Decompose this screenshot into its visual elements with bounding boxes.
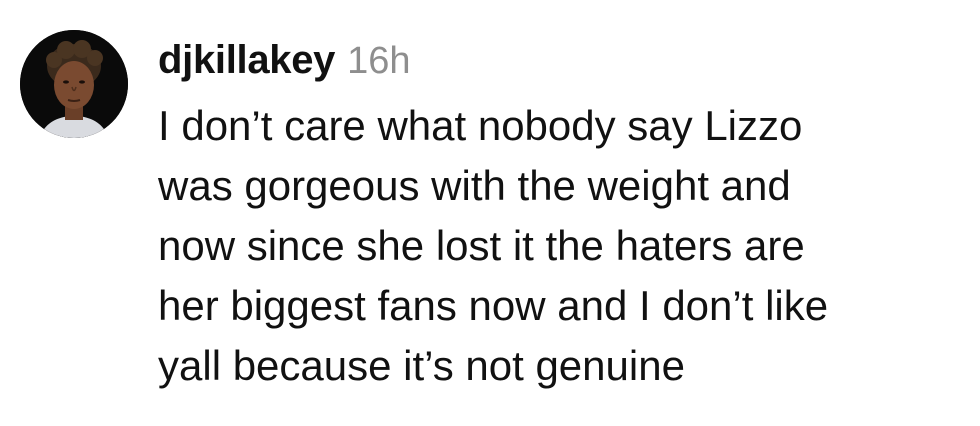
- comment-text-line: was gorgeous with the weight and: [158, 162, 791, 209]
- comment: djkillakey 16h I don’t care what nobody …: [0, 0, 980, 426]
- comment-header: djkillakey 16h: [158, 38, 973, 94]
- profile-photo-icon: [20, 30, 128, 138]
- avatar[interactable]: [20, 30, 128, 138]
- comment-text-line: now since she lost it the haters are: [158, 222, 805, 269]
- timestamp[interactable]: 16h: [347, 40, 410, 83]
- comment-text-line: I don’t care what nobody say Lizzo: [158, 102, 803, 149]
- comment-text: I don’t care what nobody say Lizzo was g…: [158, 96, 973, 396]
- comment-text-line: yall because it’s not genuine: [158, 342, 685, 389]
- comment-content: djkillakey 16h I don’t care what nobody …: [158, 38, 973, 396]
- username[interactable]: djkillakey: [158, 38, 335, 83]
- comment-text-line: her biggest fans now and I don’t like: [158, 282, 829, 329]
